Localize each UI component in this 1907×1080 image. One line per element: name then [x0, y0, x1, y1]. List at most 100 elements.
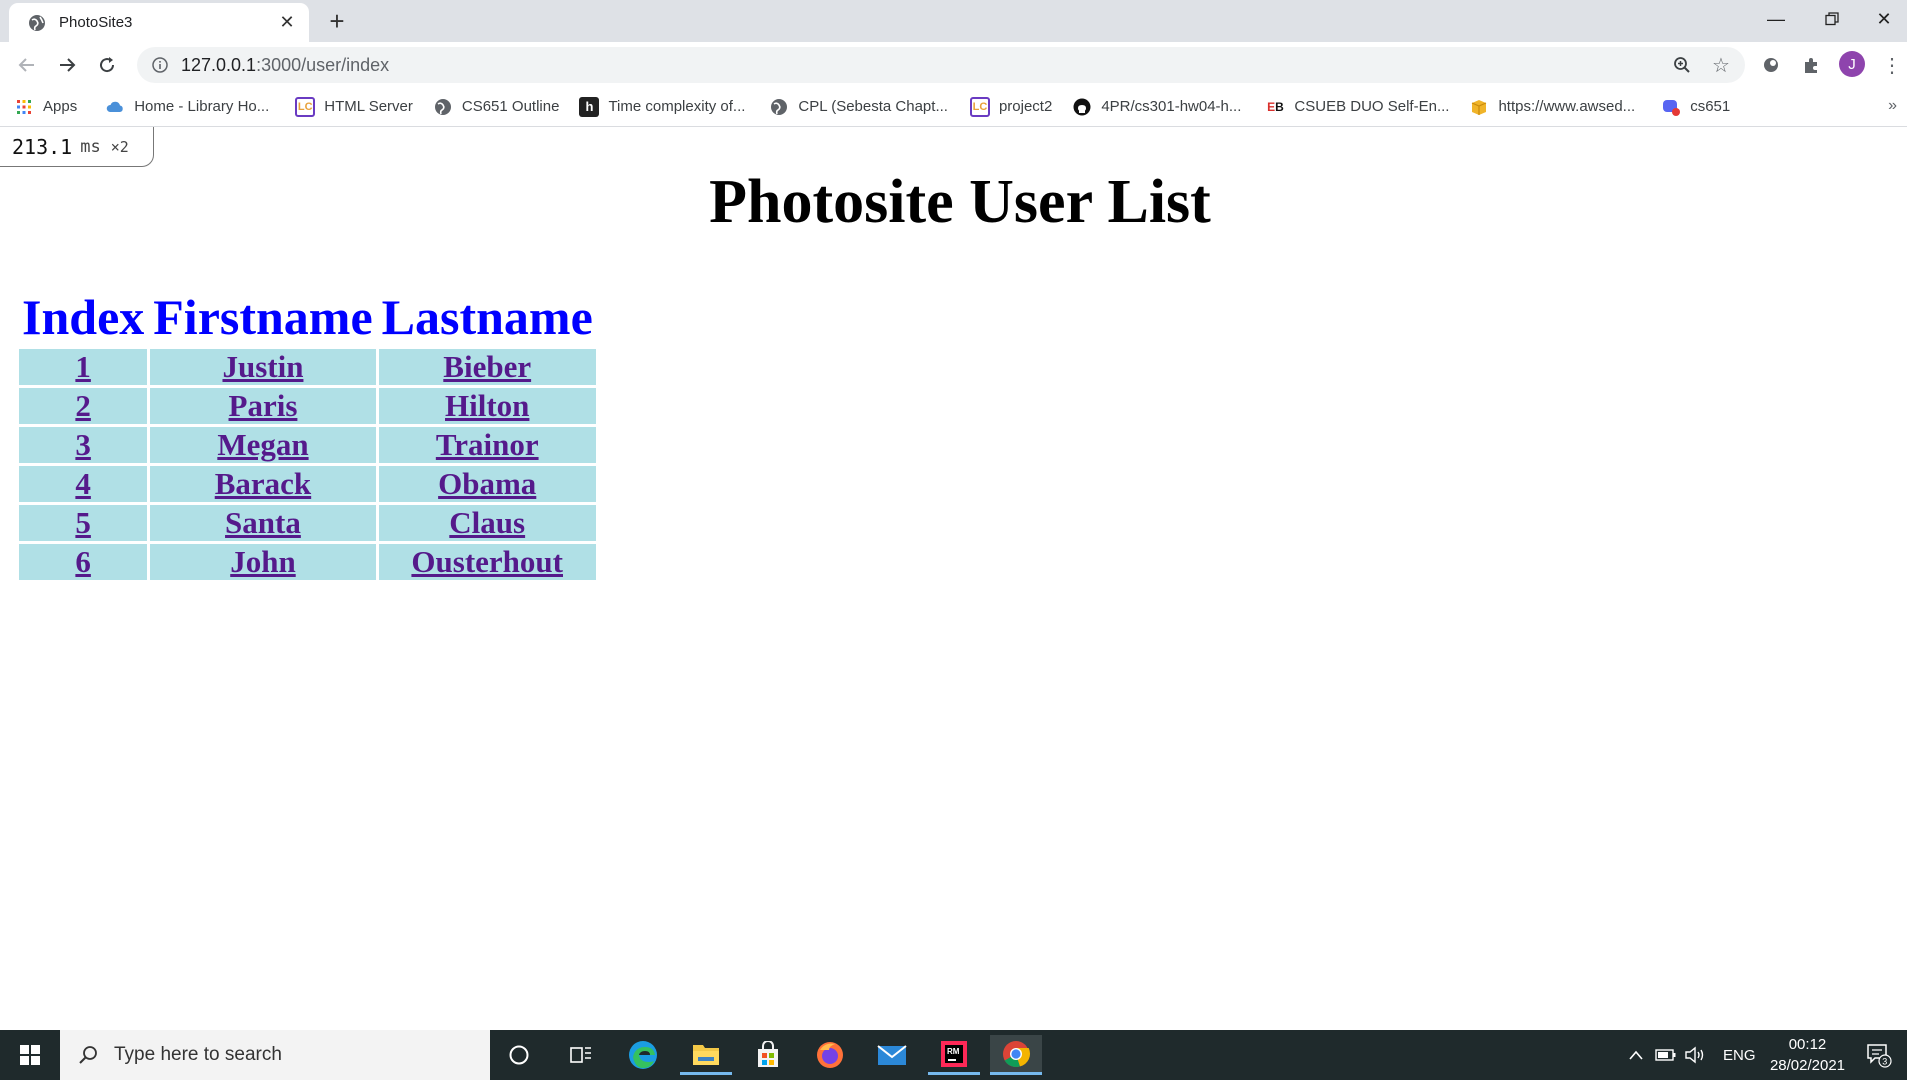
table-row: 2 Paris Hilton	[19, 388, 596, 424]
bookmark-label: CS651 Outline	[461, 98, 560, 115]
mail-icon[interactable]	[866, 1035, 918, 1075]
taskbar-clock[interactable]: 00:12 28/02/2021	[1760, 1034, 1855, 1076]
table-row: 1 Justin Bieber	[19, 349, 596, 385]
rubymine-icon[interactable]: RM	[928, 1035, 980, 1075]
user-lastname-link[interactable]: Ousterhout	[411, 544, 563, 579]
bookmark-time-complexity[interactable]: h Time complexity of...	[579, 96, 745, 117]
lastname-cell: Bieber	[378, 349, 596, 385]
cloud-icon	[105, 97, 125, 117]
windows-start-icon[interactable]	[0, 1030, 60, 1080]
extension-circle-icon[interactable]	[1757, 51, 1785, 79]
address-bar[interactable]: 127.0.0.1:3000/user/index ☆	[137, 47, 1745, 83]
bookmark-cs651-outline[interactable]: CS651 Outline	[433, 97, 560, 117]
column-header-firstname: Firstname	[153, 289, 373, 345]
extensions-puzzle-icon[interactable]	[1797, 51, 1825, 79]
page-title: Photosite User List	[709, 168, 1211, 236]
table-row: 3 Megan Trainor	[19, 427, 596, 463]
tab-title: PhotoSite3	[59, 14, 133, 31]
bookmark-label: https://www.awsed...	[1498, 98, 1636, 115]
user-lastname-link[interactable]: Bieber	[443, 349, 531, 384]
user-lastname-link[interactable]: Obama	[438, 466, 536, 501]
bookmarks-overflow-icon[interactable]: »	[1888, 97, 1897, 115]
user-index-link[interactable]: 4	[75, 466, 91, 501]
user-index-link[interactable]: 1	[75, 349, 91, 384]
tray-overflow-icon[interactable]	[1628, 1030, 1644, 1080]
bookmark-label: CSUEB DUO Self-En...	[1294, 98, 1450, 115]
index-cell: 3	[19, 427, 148, 463]
timing-unit: ms	[80, 136, 101, 157]
profile-avatar[interactable]: J	[1839, 51, 1865, 77]
bookmark-html-server[interactable]: LC HTML Server	[295, 96, 413, 117]
bookmark-label: Home - Library Ho...	[134, 98, 270, 115]
minimize-icon[interactable]: —	[1748, 0, 1804, 38]
microsoft-store-icon[interactable]	[742, 1035, 794, 1075]
back-icon[interactable]	[11, 49, 43, 81]
bookmark-home-library[interactable]: Home - Library Ho...	[105, 97, 269, 117]
user-firstname-link[interactable]: Megan	[217, 427, 308, 462]
bookmark-awsed[interactable]: https://www.awsed...	[1469, 97, 1635, 117]
search-icon	[76, 1043, 100, 1067]
forward-icon[interactable]	[51, 49, 83, 81]
language-indicator[interactable]: ENG	[1723, 1030, 1756, 1080]
edge-browser-icon[interactable]	[617, 1035, 669, 1075]
firefox-icon[interactable]	[804, 1035, 856, 1075]
bookmark-star-icon[interactable]: ☆	[1708, 52, 1734, 78]
bookmark-project2[interactable]: LC project2	[969, 96, 1052, 117]
search-placeholder: Type here to search	[114, 1044, 282, 1065]
browser-titlebar: PhotoSite3 ✕ + — ✕	[0, 0, 1907, 42]
cortana-icon[interactable]	[493, 1035, 545, 1075]
site-info-icon[interactable]	[151, 56, 169, 74]
firstname-cell: Megan	[150, 427, 376, 463]
menu-kebab-icon[interactable]: ⋮	[1878, 51, 1906, 79]
firstname-cell: Barack	[150, 466, 376, 502]
tab-photosite3[interactable]: PhotoSite3 ✕	[9, 3, 309, 42]
user-firstname-link[interactable]: Justin	[222, 349, 303, 384]
volume-icon[interactable]	[1684, 1030, 1706, 1080]
url-text: 127.0.0.1:3000/user/index	[181, 55, 389, 76]
bookmark-github-hw04[interactable]: 4PR/cs301-hw04-h...	[1072, 97, 1241, 117]
zoom-icon[interactable]	[1669, 52, 1695, 78]
task-view-icon[interactable]	[555, 1035, 607, 1075]
bookmark-cpl-sebesta[interactable]: CPL (Sebesta Chapt...	[769, 97, 948, 117]
leetcode-icon: LC	[969, 96, 990, 117]
new-tab-button[interactable]: +	[322, 6, 352, 36]
user-lastname-link[interactable]: Hilton	[445, 388, 529, 423]
index-cell: 1	[19, 349, 148, 385]
firstname-cell: Justin	[150, 349, 376, 385]
taskbar-search-box[interactable]: Type here to search	[60, 1030, 490, 1080]
bookmark-label: CPL (Sebesta Chapt...	[798, 98, 948, 115]
user-lastname-link[interactable]: Trainor	[436, 427, 539, 462]
user-index-link[interactable]: 5	[75, 505, 91, 540]
chrome-icon[interactable]	[990, 1035, 1042, 1075]
battery-icon[interactable]	[1655, 1030, 1677, 1080]
restore-icon[interactable]	[1804, 0, 1860, 38]
user-index-link[interactable]: 2	[75, 388, 91, 423]
windows-taskbar: Type here to search RM ENG 00:12 28/02/2…	[0, 1030, 1907, 1080]
user-firstname-link[interactable]: Barack	[215, 466, 311, 501]
user-index-link[interactable]: 6	[75, 544, 91, 579]
bookmark-cs651[interactable]: cs651	[1661, 97, 1730, 117]
firstname-cell: Santa	[150, 505, 376, 541]
close-tab-icon[interactable]: ✕	[275, 11, 299, 35]
bookmark-label: HTML Server	[324, 98, 413, 115]
file-explorer-icon[interactable]	[680, 1035, 732, 1075]
user-firstname-link[interactable]: John	[230, 544, 295, 579]
index-cell: 2	[19, 388, 148, 424]
close-window-icon[interactable]: ✕	[1856, 0, 1907, 38]
page-content: 213.1 ms ×2 Photosite User List Index Fi…	[0, 127, 1907, 1030]
timing-overlay: 213.1 ms ×2	[0, 127, 154, 167]
bookmark-csueb-duo[interactable]: E B CSUEB DUO Self-En...	[1265, 97, 1449, 117]
user-lastname-link[interactable]: Claus	[449, 505, 525, 540]
url-host: 127.0.0.1	[181, 54, 257, 75]
reload-icon[interactable]	[91, 49, 123, 81]
table-row: 5 Santa Claus	[19, 505, 596, 541]
apps-grid-icon	[14, 97, 34, 117]
h-icon: h	[579, 96, 600, 117]
bookmark-label: Apps	[43, 98, 78, 115]
bookmark-apps[interactable]: Apps	[14, 97, 77, 117]
user-firstname-link[interactable]: Santa	[225, 505, 301, 540]
user-firstname-link[interactable]: Paris	[229, 388, 298, 423]
lastname-cell: Claus	[378, 505, 596, 541]
notification-center-icon[interactable]: 3	[1866, 1030, 1892, 1080]
user-index-link[interactable]: 3	[75, 427, 91, 462]
